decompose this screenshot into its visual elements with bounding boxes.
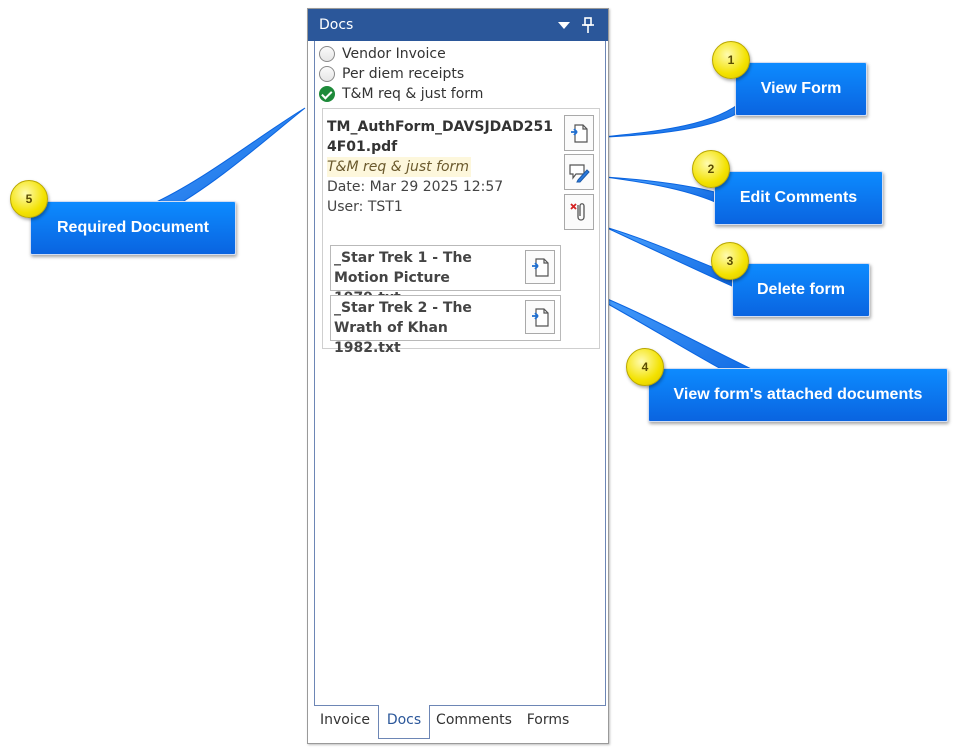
callout-delete-form: Delete form <box>732 263 870 317</box>
callout-number-badge: 1 <box>712 41 750 79</box>
callout-view-attachments: View form's attached documents <box>648 368 948 422</box>
edit-comments-button[interactable] <box>564 154 594 190</box>
edit-comment-icon <box>569 164 590 183</box>
callout-required-document: Required Document <box>30 201 236 255</box>
form-date: Date: Mar 29 2025 12:57 <box>327 177 503 197</box>
docs-content: Vendor Invoice Per diem receipts T&M req… <box>314 41 606 706</box>
pin-button[interactable] <box>578 15 598 35</box>
required-doc-label: T&M req & just form <box>342 86 484 102</box>
panel-title-bar: Docs <box>308 9 608 41</box>
required-doc-item[interactable]: Vendor Invoice <box>319 44 483 64</box>
view-form-button[interactable] <box>564 115 594 151</box>
callout-pointer-1 <box>602 98 746 138</box>
radio-empty-icon <box>319 46 335 62</box>
delete-attachment-icon <box>570 203 585 221</box>
user-value: TST1 <box>367 199 403 215</box>
callout-number-badge: 2 <box>692 150 730 188</box>
panel-title: Docs <box>319 17 354 33</box>
callout-number-badge: 3 <box>711 242 749 280</box>
required-doc-item[interactable]: Per diem receipts <box>319 64 483 84</box>
form-doc-type: T&M req & just form <box>327 157 471 177</box>
tab-invoice[interactable]: Invoice <box>314 705 376 739</box>
form-card: TM_AuthForm_DAVSJDAD2514F01.pdf T&M req … <box>322 108 600 356</box>
radio-empty-icon <box>319 66 335 82</box>
tab-forms[interactable]: Forms <box>520 705 576 739</box>
date-label: Date: <box>327 179 366 195</box>
callout-number-badge: 5 <box>10 180 48 218</box>
callout-pointer-5 <box>148 107 306 213</box>
form-user: User: TST1 <box>327 197 403 217</box>
view-attachment-button[interactable] <box>525 250 555 284</box>
checkmark-circle-icon <box>319 86 335 102</box>
view-document-icon <box>532 258 549 277</box>
attachment-item: _Star Trek 1 - The Motion Picture 1979.t… <box>330 245 561 306</box>
attachment-name: _Star Trek 2 - The Wrath of Khan 1982.tx… <box>334 300 472 356</box>
required-doc-item[interactable]: T&M req & just form <box>319 84 483 104</box>
pin-icon <box>582 17 594 33</box>
tab-comments[interactable]: Comments <box>432 705 516 739</box>
form-file-name[interactable]: TM_AuthForm_DAVSJDAD2514F01.pdf <box>327 117 562 157</box>
required-doc-label: Vendor Invoice <box>342 46 446 62</box>
delete-form-button[interactable] <box>564 194 594 230</box>
callout-edit-comments: Edit Comments <box>714 171 883 225</box>
triangle-down-icon <box>558 22 570 29</box>
date-value: Mar 29 2025 12:57 <box>369 179 504 195</box>
view-document-icon <box>571 124 588 143</box>
dropdown-button[interactable] <box>554 15 574 35</box>
required-docs-list: Vendor Invoice Per diem receipts T&M req… <box>319 44 483 104</box>
view-document-icon <box>532 308 549 327</box>
view-attachment-button[interactable] <box>525 300 555 334</box>
attachment-item: _Star Trek 2 - The Wrath of Khan 1982.tx… <box>330 295 561 356</box>
user-label: User: <box>327 199 364 215</box>
bottom-tab-bar: Invoice Docs Comments Forms <box>314 705 605 741</box>
tab-docs[interactable]: Docs <box>378 705 430 739</box>
required-doc-label: Per diem receipts <box>342 66 465 82</box>
docs-panel: Docs Vendor Invoice Per diem receipts T&… <box>307 8 609 744</box>
callout-number-badge: 4 <box>626 348 664 386</box>
callout-view-form: View Form <box>735 62 867 116</box>
